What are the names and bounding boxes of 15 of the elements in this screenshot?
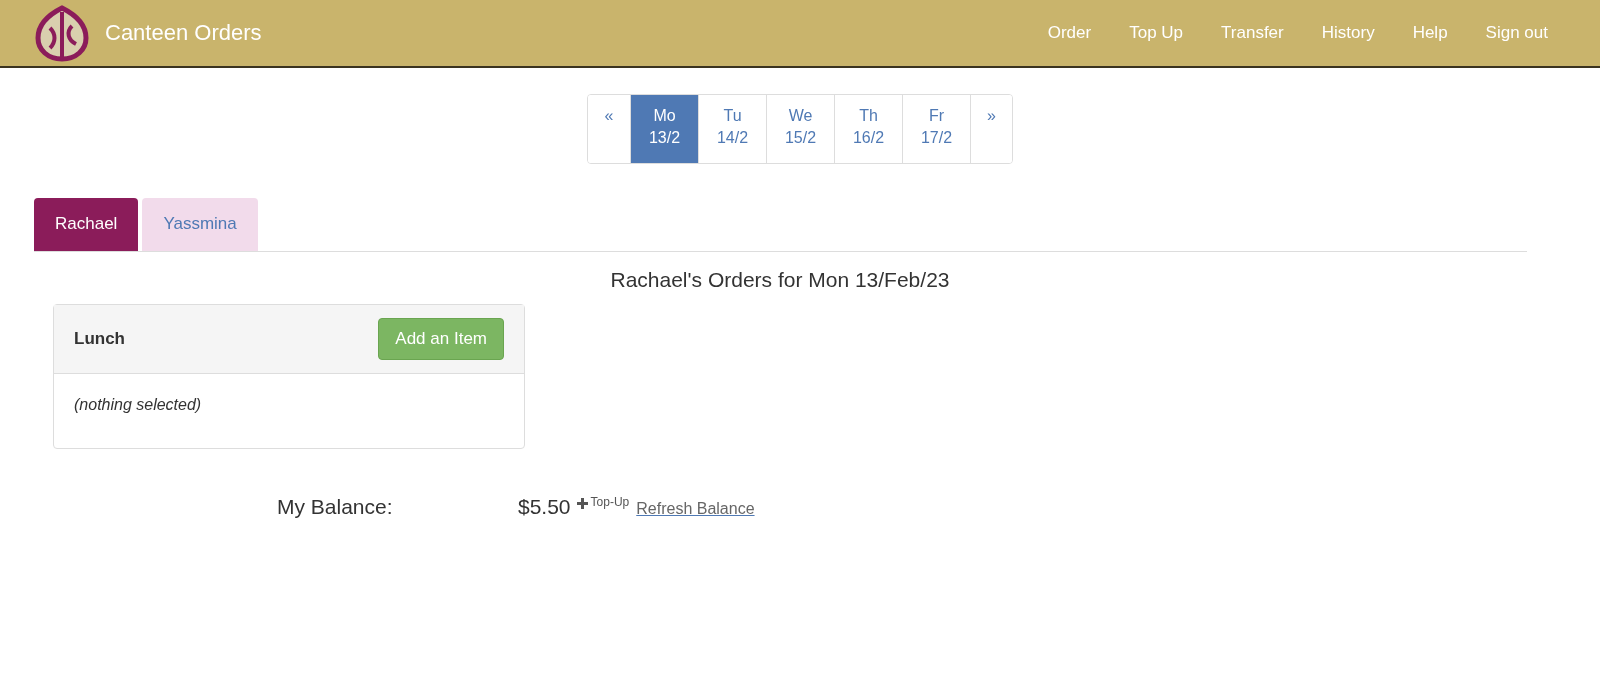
empty-selection-text: (nothing selected)	[74, 396, 202, 413]
child-tab[interactable]: Rachael	[34, 198, 139, 251]
balance-amount: $5.50	[518, 495, 571, 519]
balance-label: My Balance:	[277, 495, 394, 519]
child-tab[interactable]: Yassmina	[142, 198, 258, 251]
brand-title: Canteen Orders	[105, 20, 262, 46]
plus-icon	[576, 498, 588, 509]
next-week-link[interactable]: »	[970, 95, 1012, 163]
orders-heading: Rachael's Orders for Mon 13/Feb/23	[609, 268, 951, 292]
leaf-logo-icon	[34, 4, 90, 62]
add-item-button[interactable]: Add an Item	[378, 318, 504, 360]
day-link[interactable]: Mo 13/2	[630, 95, 698, 163]
refresh-balance-link[interactable]: Refresh Balance	[636, 500, 755, 518]
panel-title: Lunch	[74, 329, 125, 349]
top-up-link[interactable]: Top-Up	[576, 495, 630, 509]
